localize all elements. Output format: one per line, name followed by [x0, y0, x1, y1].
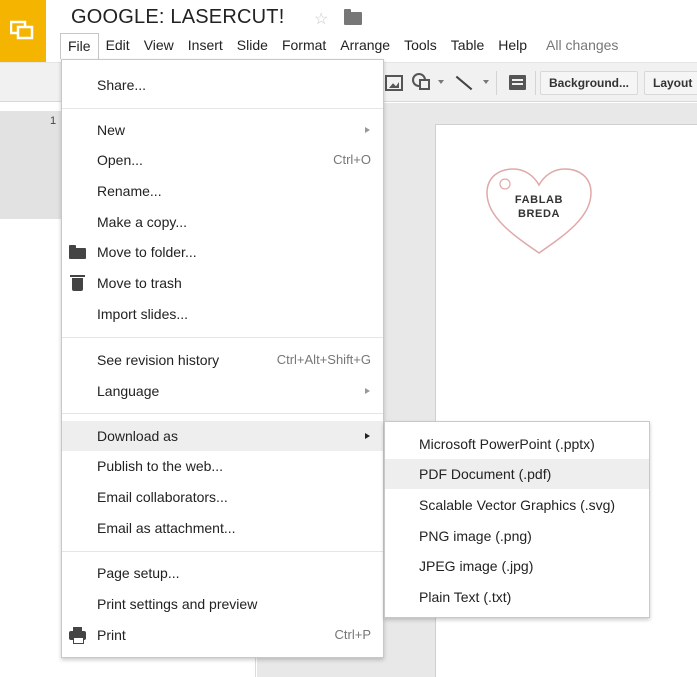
- download-pptx[interactable]: Microsoft PowerPoint (.pptx): [385, 429, 649, 459]
- download-jpg[interactable]: JPEG image (.jpg): [385, 551, 649, 581]
- submenu-arrow-icon: [365, 127, 370, 133]
- menu-item-label: Open...: [97, 152, 143, 168]
- document-title[interactable]: GOOGLE: LASERCUT!: [71, 6, 284, 29]
- submenu-item-label: Plain Text (.txt): [419, 589, 512, 605]
- menu-item-label: Download as: [97, 428, 178, 444]
- menu-item-label: Email as attachment...: [97, 520, 236, 536]
- download-png[interactable]: PNG image (.png): [385, 521, 649, 551]
- menu-edit[interactable]: Edit: [99, 33, 137, 59]
- background-button[interactable]: Background...: [540, 71, 639, 95]
- folder-icon[interactable]: [344, 9, 362, 25]
- menu-item-label: See revision history: [97, 352, 220, 368]
- comment-icon[interactable]: [509, 75, 526, 90]
- slides-logo[interactable]: [0, 0, 46, 64]
- save-status[interactable]: All changes: [534, 33, 625, 59]
- menu-divider: [62, 551, 383, 552]
- menu-item-open[interactable]: Open... Ctrl+O: [62, 146, 383, 174]
- submenu-item-label: PNG image (.png): [419, 528, 532, 544]
- trash-icon: [70, 275, 85, 291]
- menu-item-label: Make a copy...: [97, 214, 188, 230]
- submenu-item-label: JPEG image (.jpg): [419, 558, 534, 574]
- slides-logo-icon: [10, 20, 34, 40]
- menu-item-make-copy[interactable]: Make a copy...: [62, 208, 383, 236]
- menu-slide[interactable]: Slide: [230, 33, 275, 59]
- menu-item-label: Language: [97, 383, 160, 399]
- menu-item-move-to-trash[interactable]: Move to trash: [62, 269, 383, 297]
- menu-item-label: Import slides...: [97, 306, 189, 322]
- line-dropdown-caret-icon[interactable]: [483, 80, 489, 84]
- shortcut-label: Ctrl+P: [334, 627, 371, 642]
- submenu-arrow-icon: [365, 433, 370, 439]
- insert-image-icon[interactable]: [385, 75, 403, 91]
- menu-item-revision-history[interactable]: See revision history Ctrl+Alt+Shift+G: [62, 346, 383, 374]
- submenu-item-label: Scalable Vector Graphics (.svg): [419, 497, 616, 513]
- menu-view[interactable]: View: [137, 33, 181, 59]
- file-menu: Share... New Open... Ctrl+O Rename... Ma…: [61, 59, 384, 658]
- shape-square-icon: [419, 79, 430, 90]
- menu-divider: [62, 337, 383, 338]
- download-as-submenu: Microsoft PowerPoint (.pptx) PDF Documen…: [384, 421, 650, 618]
- menu-help[interactable]: Help: [491, 33, 534, 59]
- line-icon[interactable]: [455, 75, 473, 91]
- shape-dropdown-caret-icon[interactable]: [438, 80, 444, 84]
- menu-item-language[interactable]: Language: [62, 377, 383, 405]
- menu-item-share[interactable]: Share...: [62, 71, 383, 99]
- toolbar-divider: [535, 71, 536, 95]
- download-svg[interactable]: Scalable Vector Graphics (.svg): [385, 490, 649, 520]
- menu-item-import-slides[interactable]: Import slides...: [62, 300, 383, 328]
- menu-divider: [62, 413, 383, 414]
- slide-number: 1: [50, 115, 57, 127]
- menu-item-print-settings[interactable]: Print settings and preview: [62, 590, 383, 618]
- menu-arrange[interactable]: Arrange: [333, 33, 397, 59]
- menu-format[interactable]: Format: [275, 33, 333, 59]
- menu-item-label: Email collaborators...: [97, 489, 228, 505]
- toolbar-divider: [496, 71, 497, 95]
- folder-icon: [69, 245, 86, 259]
- menu-tools[interactable]: Tools: [397, 33, 444, 59]
- menu-item-label: Move to folder...: [97, 244, 197, 260]
- menu-item-label: Share...: [97, 77, 147, 93]
- menu-item-label: Print: [97, 627, 126, 643]
- download-pdf[interactable]: PDF Document (.pdf): [385, 459, 649, 489]
- menu-item-email-collaborators[interactable]: Email collaborators...: [62, 483, 383, 511]
- menu-item-publish-web[interactable]: Publish to the web...: [62, 452, 383, 480]
- download-txt[interactable]: Plain Text (.txt): [385, 582, 649, 612]
- menu-item-label: Publish to the web...: [97, 458, 224, 474]
- menubar: File Edit View Insert Slide Format Arran…: [60, 33, 625, 59]
- menu-item-download-as[interactable]: Download as: [62, 421, 383, 451]
- submenu-item-label: Microsoft PowerPoint (.pptx): [419, 436, 595, 452]
- star-icon[interactable]: ☆: [314, 9, 328, 29]
- submenu-arrow-icon: [365, 388, 370, 394]
- menu-item-label: New: [97, 122, 126, 138]
- menu-item-print[interactable]: Print Ctrl+P: [62, 621, 383, 649]
- menu-item-new[interactable]: New: [62, 116, 383, 144]
- menu-divider: [62, 108, 383, 109]
- shortcut-label: Ctrl+Alt+Shift+G: [276, 352, 371, 367]
- menu-item-rename[interactable]: Rename...: [62, 177, 383, 205]
- menu-item-page-setup[interactable]: Page setup...: [62, 559, 383, 587]
- shortcut-label: Ctrl+O: [333, 152, 371, 167]
- menu-item-label: Rename...: [97, 183, 162, 199]
- submenu-item-label: PDF Document (.pdf): [419, 466, 552, 482]
- menu-item-label: Page setup...: [97, 565, 180, 581]
- menu-table[interactable]: Table: [444, 33, 491, 59]
- menu-insert[interactable]: Insert: [181, 33, 230, 59]
- heart-label: FABLAB BREDA: [487, 193, 591, 221]
- menu-item-label: Print settings and preview: [97, 596, 258, 612]
- layout-button[interactable]: Layout: [644, 71, 697, 95]
- heart-label-line2: BREDA: [517, 208, 561, 220]
- heart-label-line1: FABLAB: [514, 194, 564, 206]
- menu-item-label: Move to trash: [97, 275, 182, 291]
- print-icon: [69, 627, 86, 644]
- menu-file[interactable]: File: [60, 33, 99, 59]
- menu-item-email-attachment[interactable]: Email as attachment...: [62, 514, 383, 542]
- menu-item-move-to-folder[interactable]: Move to folder...: [62, 238, 383, 266]
